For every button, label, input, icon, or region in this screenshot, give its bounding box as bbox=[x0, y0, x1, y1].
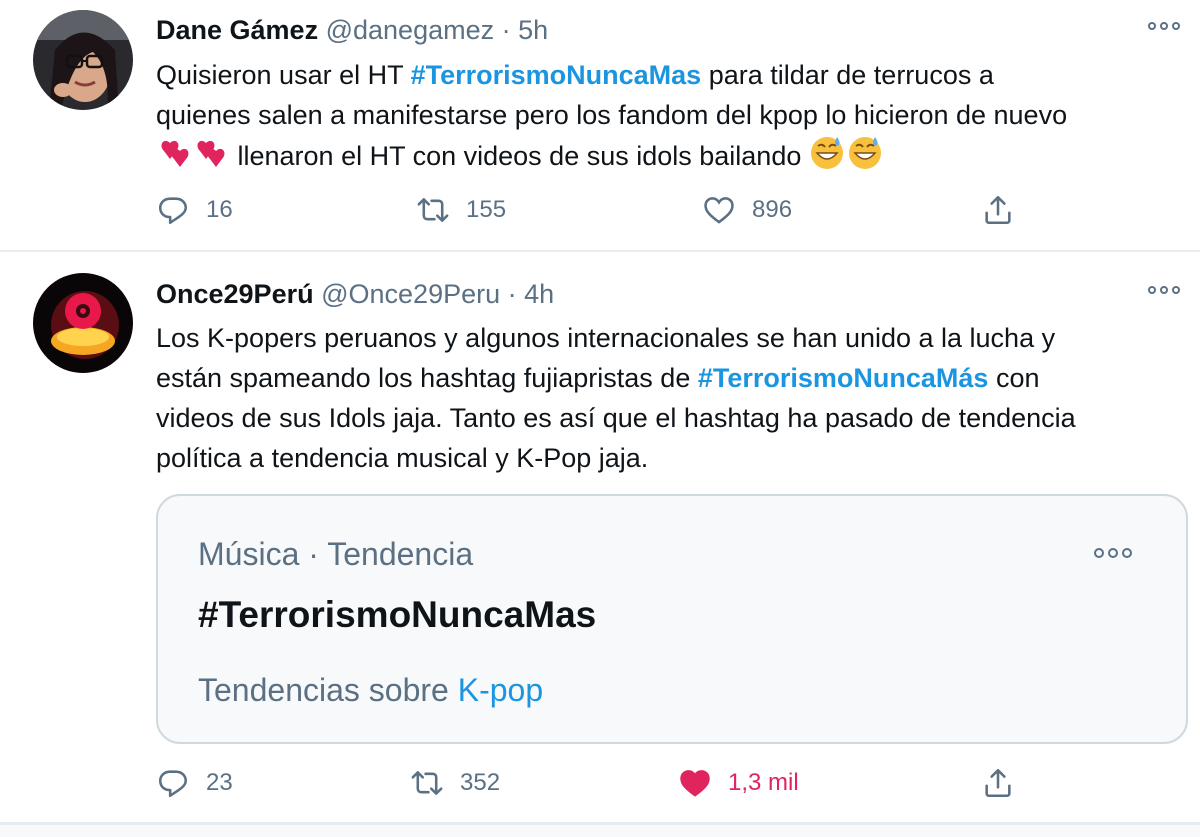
trend-card[interactable]: Música · Tendencia #TerrorismoNuncaMas T… bbox=[156, 494, 1188, 744]
text-line: videos de sus Idols jaja. Tanto es así q… bbox=[156, 403, 1076, 433]
text-segment: Quisieron usar el HT bbox=[156, 60, 411, 90]
reply-icon bbox=[158, 197, 188, 225]
like-count: 896 bbox=[752, 196, 793, 223]
share-button[interactable] bbox=[981, 766, 1015, 800]
reply-button[interactable]: 16 bbox=[156, 193, 233, 227]
trend-related-label: Tendencias sobre bbox=[198, 672, 449, 708]
text-line: política a tendencia musical y K-Pop jaj… bbox=[156, 443, 649, 473]
tweet-text: Los K-popers peruanos y algunos internac… bbox=[156, 318, 1076, 478]
like-button[interactable]: 896 bbox=[702, 193, 792, 227]
like-icon bbox=[704, 197, 734, 224]
retweet-icon bbox=[411, 771, 443, 795]
trend-title[interactable]: #TerrorismoNuncaMas bbox=[198, 594, 596, 636]
separator: · bbox=[501, 15, 511, 45]
trend-related-link[interactable]: K-pop bbox=[458, 672, 543, 708]
tweet-header: Once29Perú @Once29Peru · 4h bbox=[156, 278, 554, 310]
reply-button[interactable]: 23 bbox=[156, 766, 233, 800]
two-hearts-emoji-icon bbox=[156, 137, 230, 182]
timestamp[interactable]: 4h bbox=[524, 279, 554, 309]
tweet-text: Quisieron usar el HT #TerrorismoNuncaMas… bbox=[156, 55, 1067, 182]
share-icon bbox=[985, 195, 1011, 225]
tweet-actions: 23 352 1,3 mil bbox=[156, 766, 1056, 806]
text-segment: con bbox=[988, 363, 1040, 393]
more-icon[interactable] bbox=[1148, 22, 1180, 30]
like-icon bbox=[680, 770, 710, 797]
retweet-button[interactable]: 352 bbox=[410, 766, 500, 800]
tweet-actions: 16 155 896 bbox=[156, 193, 1056, 233]
hashtag-link[interactable]: #TerrorismoNuncaMas bbox=[411, 60, 702, 90]
retweet-button[interactable]: 155 bbox=[416, 193, 506, 227]
reply-count: 23 bbox=[206, 769, 233, 796]
more-icon[interactable] bbox=[1148, 286, 1180, 294]
tweet-1[interactable]: Dane Gámez @danegamez · 5h Quisieron usa… bbox=[0, 0, 1200, 252]
like-button[interactable]: 1,3 mil bbox=[678, 766, 799, 800]
like-count: 1,3 mil bbox=[728, 769, 799, 796]
author-handle[interactable]: @danegamez bbox=[326, 15, 495, 45]
share-button[interactable] bbox=[981, 193, 1015, 227]
grinning-sweat-emoji-icon bbox=[809, 135, 885, 182]
retweet-count: 155 bbox=[466, 196, 507, 223]
avatar-dane[interactable] bbox=[33, 10, 133, 110]
author-name[interactable]: Dane Gámez bbox=[156, 15, 318, 45]
trend-related: Tendencias sobre K-pop bbox=[198, 672, 543, 709]
more-icon[interactable] bbox=[1094, 548, 1132, 558]
tweet-header: Dane Gámez @danegamez · 5h bbox=[156, 14, 548, 46]
author-handle[interactable]: @Once29Peru bbox=[321, 279, 500, 309]
hashtag-link[interactable]: #TerrorismoNuncaMás bbox=[698, 363, 989, 393]
text-segment: están spameando los hashtag fujiapristas… bbox=[156, 363, 698, 393]
author-name[interactable]: Once29Perú bbox=[156, 279, 314, 309]
text-line: quienes salen a manifestarse pero los fa… bbox=[156, 100, 1068, 130]
retweet-count: 352 bbox=[460, 769, 501, 796]
text-segment: llenaron el HT con videos de sus idols b… bbox=[230, 141, 809, 171]
timeline-divider bbox=[0, 824, 1200, 837]
retweet-icon bbox=[417, 198, 449, 222]
avatar-once29peru[interactable] bbox=[33, 273, 133, 373]
text-segment: para tildar de terrucos a bbox=[701, 60, 994, 90]
share-icon bbox=[985, 768, 1011, 798]
reply-icon bbox=[158, 770, 188, 798]
timestamp[interactable]: 5h bbox=[518, 15, 548, 45]
reply-count: 16 bbox=[206, 196, 233, 223]
text-line: Los K-popers peruanos y algunos internac… bbox=[156, 323, 1056, 353]
trend-category: Música · Tendencia bbox=[198, 536, 474, 572]
separator: · bbox=[507, 279, 517, 309]
